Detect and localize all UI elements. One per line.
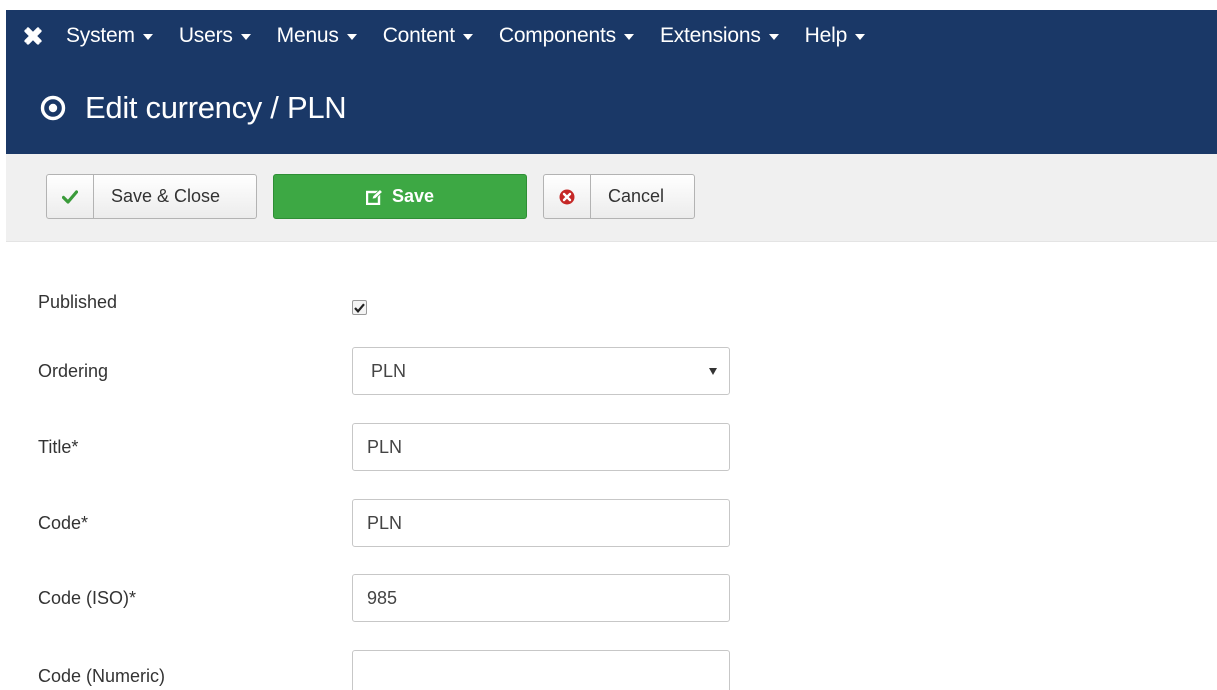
ordering-label: Ordering: [38, 361, 109, 381]
caret-down-icon: [346, 34, 357, 40]
caret-down-icon: [462, 34, 473, 40]
caret-down-icon: [240, 34, 251, 40]
ordering-select[interactable]: PLN: [352, 347, 730, 395]
menu-extensions[interactable]: Extensions: [648, 10, 793, 62]
joomla-logo-icon[interactable]: [6, 10, 56, 62]
caret-down-icon: [768, 34, 779, 40]
code-iso-input-value: 985: [367, 587, 398, 608]
menu-content[interactable]: Content: [371, 10, 487, 62]
cancel-label: Cancel: [608, 186, 665, 206]
dropdown-arrow-icon: [709, 368, 717, 375]
published-checkbox[interactable]: [352, 300, 367, 315]
menu-content-label: Content: [382, 24, 455, 47]
code-input-value: PLN: [367, 512, 403, 533]
code-label: Code*: [38, 513, 89, 533]
page-header: Edit currency / PLN: [6, 62, 1217, 154]
code-iso-label: Code (ISO)*: [38, 588, 137, 608]
menu-components-label: Components: [498, 24, 616, 47]
code-iso-input[interactable]: 985: [352, 574, 730, 622]
caret-down-icon: [623, 34, 634, 40]
code-iso-row: Code (ISO)* 985: [38, 574, 738, 622]
menu-users[interactable]: Users: [167, 10, 265, 62]
cancel-circle-icon: [544, 175, 591, 218]
main-menu: System Users Menus Content Components Ex…: [56, 10, 879, 62]
menu-components[interactable]: Components: [487, 10, 648, 62]
title-input[interactable]: PLN: [352, 423, 730, 471]
menu-users-label: Users: [178, 24, 233, 47]
target-circle-icon: [40, 95, 66, 121]
code-row: Code* PLN: [38, 499, 738, 547]
save-button[interactable]: Save: [273, 174, 527, 219]
menu-system[interactable]: System: [56, 10, 167, 62]
title-input-value: PLN: [367, 436, 403, 457]
title-label: Title*: [38, 437, 79, 457]
title-row: Title* PLN: [38, 423, 738, 471]
page-title: Edit currency / PLN: [85, 90, 347, 125]
cancel-button[interactable]: Cancel: [543, 174, 695, 219]
checkmark-icon: [47, 175, 94, 218]
menu-help-label: Help: [804, 24, 848, 47]
caret-down-icon: [855, 34, 866, 40]
save-label: Save: [391, 186, 435, 206]
checkmark-icon: [354, 302, 365, 313]
menu-menus[interactable]: Menus: [265, 10, 371, 62]
menu-menus-label: Menus: [276, 24, 339, 47]
menu-extensions-label: Extensions: [659, 24, 761, 47]
save-close-label: Save & Close: [111, 186, 221, 206]
menu-system-label: System: [66, 24, 135, 47]
caret-down-icon: [142, 34, 153, 40]
ordering-row: Ordering PLN: [38, 347, 738, 395]
code-numeric-input[interactable]: [352, 650, 730, 690]
menu-help[interactable]: Help: [793, 10, 879, 62]
edit-icon: [365, 188, 384, 206]
code-numeric-label: Code (Numeric): [38, 666, 166, 686]
save-close-button[interactable]: Save & Close: [46, 174, 257, 219]
toolbar: Save & Close Save Cancel: [6, 154, 1217, 242]
published-label: Published: [38, 292, 118, 312]
code-numeric-row: Code (Numeric): [38, 650, 738, 690]
currency-form: Published Ordering PLN Title* PLN Code* …: [0, 242, 1217, 690]
published-row: Published: [38, 290, 738, 338]
code-input[interactable]: PLN: [352, 499, 730, 547]
ordering-selected-value: PLN: [371, 360, 407, 381]
top-navbar: System Users Menus Content Components Ex…: [6, 10, 1217, 62]
